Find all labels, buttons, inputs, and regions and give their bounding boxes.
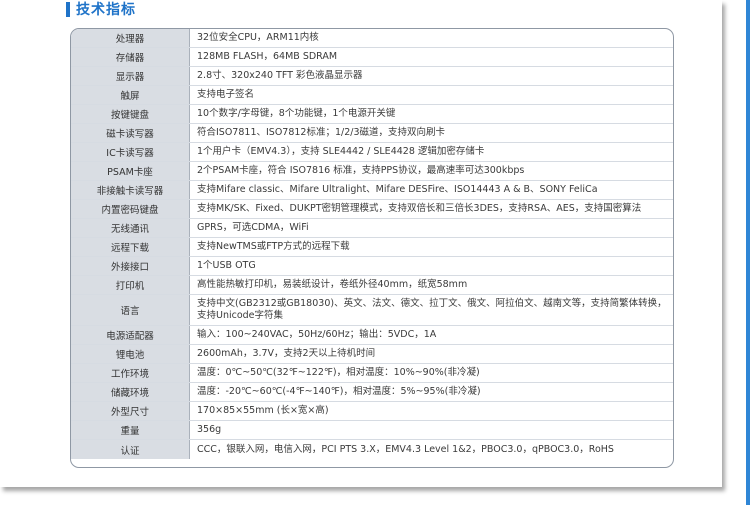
spec-value: 支持Mifare classic、Mifare Ultralight、Mifar…: [197, 184, 598, 195]
table-row: 处理器 32位安全CPU，ARM11内核: [71, 29, 673, 48]
table-row: 外接接口 1个USB OTG: [71, 257, 673, 276]
spec-value: 温度：0℃~50℃(32℉~122℉)，相对温度：10%~90%(非冷凝): [197, 367, 480, 378]
spec-label: 内置密码键盘: [71, 200, 190, 218]
spec-label: 触屏: [71, 86, 190, 104]
spec-label: 工作环境: [71, 364, 190, 382]
spec-value: 高性能热敏打印机，易装纸设计，卷纸外径40mm，纸宽58mm: [197, 279, 468, 290]
section-header: 技术指标: [66, 0, 136, 18]
spec-value: CCC，银联入网，电信入网，PCI PTS 3.X，EMV4.3 Level 1…: [197, 443, 614, 455]
table-row: 语言 支持中文(GB2312或GB18030)、英文、法文、德文、拉丁文、俄文、…: [71, 295, 673, 326]
table-row: 存储器 128MB FLASH，64MB SDRAM: [71, 48, 673, 67]
spec-value: 符合ISO7811、ISO7812标准；1/2/3磁道，支持双向刷卡: [197, 127, 446, 138]
spec-value: 1个用户卡（EMV4.3），支持 SLE4442 / SLE4428 逻辑加密存…: [197, 146, 485, 157]
spec-label: 无线通讯: [71, 219, 190, 237]
spec-label: 储藏环境: [71, 383, 190, 401]
spec-label: 语言: [71, 295, 190, 325]
spec-value: 1个USB OTG: [197, 260, 256, 271]
spec-value: 支持NewTMS或FTP方式的远程下载: [197, 241, 350, 252]
spec-label: 锂电池: [71, 345, 190, 363]
spec-value: 10个数字/字母键，8个功能键，1个电源开关键: [197, 108, 396, 119]
table-row: 电源适配器 输入：100~240VAC，50Hz/60Hz；输出：5VDC，1A: [71, 326, 673, 345]
spec-value: 32位安全CPU，ARM11内核: [197, 32, 319, 43]
spec-label: IC卡读写器: [71, 143, 190, 161]
spec-label: 非接触卡读写器: [71, 181, 190, 199]
spec-label: 磁卡读写器: [71, 124, 190, 142]
spec-value: 支持中文(GB2312或GB18030)、英文、法文、德文、拉丁文、俄文、阿拉伯…: [197, 298, 667, 321]
spec-card: 技术指标 处理器 32位安全CPU，ARM11内核 存储器 128MB FLAS…: [0, 0, 722, 487]
table-row: 内置密码键盘 支持MK/SK、Fixed、DUKPT密钥管理模式，支持双倍长和三…: [71, 200, 673, 219]
table-row: 认证 CCC，银联入网，电信入网，PCI PTS 3.X，EMV4.3 Leve…: [71, 440, 673, 459]
spec-value: 2600mAh，3.7V，支持2天以上待机时间: [197, 348, 376, 359]
spec-label: 电源适配器: [71, 326, 190, 344]
spec-value: 356g: [197, 424, 222, 435]
table-row: 磁卡读写器 符合ISO7811、ISO7812标准；1/2/3磁道，支持双向刷卡: [71, 124, 673, 143]
spec-value: 170×85×55mm (长×宽×高): [197, 405, 329, 416]
spec-label: 远程下载: [71, 238, 190, 256]
table-row: 工作环境 温度：0℃~50℃(32℉~122℉)，相对温度：10%~90%(非冷…: [71, 364, 673, 383]
spec-label: 认证: [71, 440, 190, 459]
table-row: 远程下载 支持NewTMS或FTP方式的远程下载: [71, 238, 673, 257]
table-row: PSAM卡座 2个PSAM卡座，符合 ISO7816 标准，支持PPS协议，最高…: [71, 162, 673, 181]
table-row: 外型尺寸 170×85×55mm (长×宽×高): [71, 402, 673, 421]
spec-value: 128MB FLASH，64MB SDRAM: [197, 51, 338, 62]
spec-label: 处理器: [71, 29, 190, 47]
spec-label: 按键键盘: [71, 105, 190, 123]
spec-value: 支持MK/SK、Fixed、DUKPT密钥管理模式，支持双倍长和三倍长3DES，…: [197, 203, 642, 214]
table-row: 储藏环境 温度：-20℃~60℃(-4℉~140℉)，相对温度：5%~95%(非…: [71, 383, 673, 402]
table-row: 触屏 支持电子签名: [71, 86, 673, 105]
section-title: 技术指标: [76, 2, 136, 18]
spec-value: 支持电子签名: [197, 89, 255, 100]
spec-label: 重量: [71, 421, 190, 439]
table-row: 锂电池 2600mAh，3.7V，支持2天以上待机时间: [71, 345, 673, 364]
spec-label: 外型尺寸: [71, 402, 190, 420]
spec-label: 打印机: [71, 276, 190, 294]
table-row: 显示器 2.8寸、320x240 TFT 彩色液晶显示器: [71, 67, 673, 86]
spec-label: 外接接口: [71, 257, 190, 275]
spec-value: GPRS，可选CDMA，WiFi: [197, 222, 309, 233]
spec-label: 显示器: [71, 67, 190, 85]
spec-value: 2个PSAM卡座，符合 ISO7816 标准，支持PPS协议，最高速率可达300…: [197, 165, 525, 176]
table-row: IC卡读写器 1个用户卡（EMV4.3），支持 SLE4442 / SLE442…: [71, 143, 673, 162]
spec-value: 温度：-20℃~60℃(-4℉~140℉)，相对温度：5%~95%(非冷凝): [197, 386, 481, 397]
spec-table: 处理器 32位安全CPU，ARM11内核 存储器 128MB FLASH，64M…: [70, 28, 674, 468]
spec-label: 存储器: [71, 48, 190, 66]
accent-edge-bar: [746, 0, 750, 505]
title-bar-icon: [66, 1, 70, 17]
table-row: 打印机 高性能热敏打印机，易装纸设计，卷纸外径40mm，纸宽58mm: [71, 276, 673, 295]
table-row: 重量 356g: [71, 421, 673, 440]
table-row: 无线通讯 GPRS，可选CDMA，WiFi: [71, 219, 673, 238]
spec-label: PSAM卡座: [71, 162, 190, 180]
spec-value: 输入：100~240VAC，50Hz/60Hz；输出：5VDC，1A: [197, 329, 437, 340]
spec-value: 2.8寸、320x240 TFT 彩色液晶显示器: [197, 70, 363, 81]
table-row: 非接触卡读写器 支持Mifare classic、Mifare Ultralig…: [71, 181, 673, 200]
table-row: 按键键盘 10个数字/字母键，8个功能键，1个电源开关键: [71, 105, 673, 124]
